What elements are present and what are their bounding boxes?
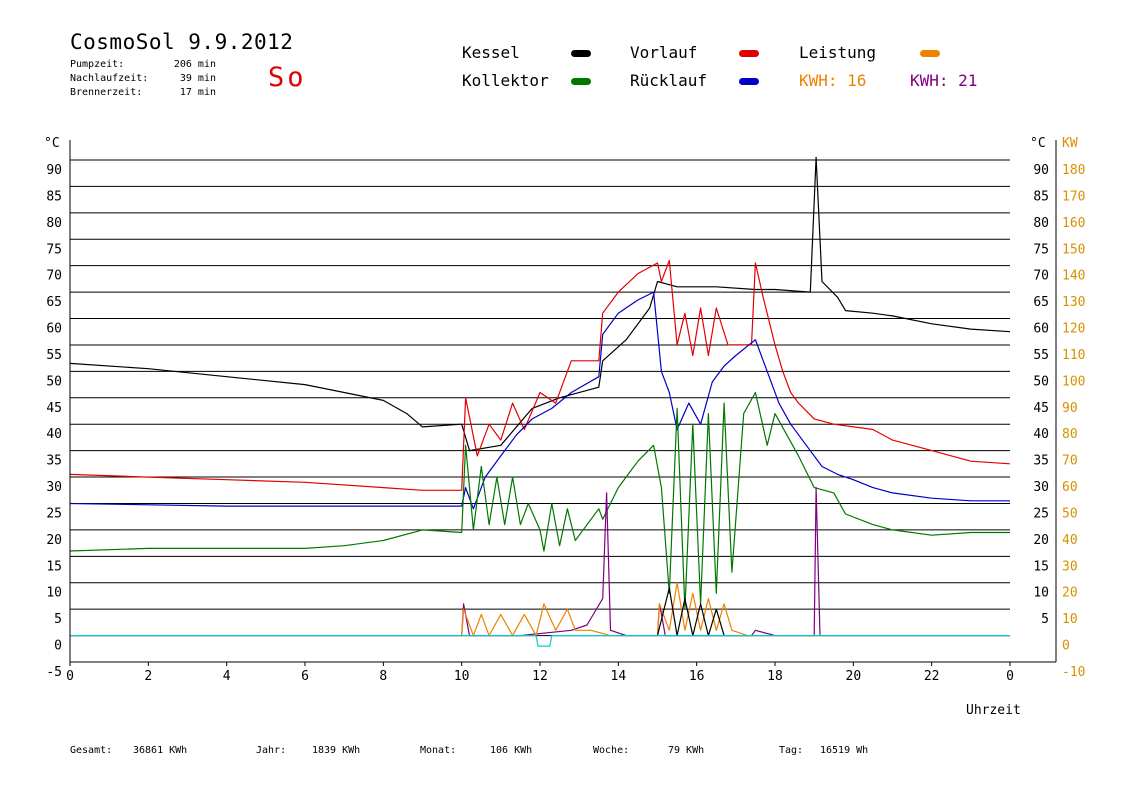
footer-gesamt-label: Gesamt:: [70, 745, 113, 756]
footer-monat-value: 106 KWh: [490, 745, 533, 756]
y-tick-label-right-c: 15: [1033, 559, 1049, 574]
y-tick-label-left: 70: [46, 269, 62, 284]
series-kessel-puls: [656, 587, 725, 637]
footer-woche-value: 79 KWh: [668, 745, 705, 756]
y-unit-left: °C: [44, 136, 60, 151]
y-tick-label-left: 50: [46, 374, 62, 389]
y-tick-label-right-kw: -10: [1062, 665, 1085, 680]
y-tick-label-right-c: 85: [1033, 189, 1049, 204]
y-tick-label-right-kw: 150: [1062, 242, 1085, 257]
y-tick-label-right-c: 70: [1033, 269, 1049, 284]
series-lines: [69, 156, 1011, 647]
y-tick-label-right-c: 30: [1033, 480, 1049, 495]
x-tick-label: 10: [454, 669, 470, 684]
y-tick-label-right-c: 55: [1033, 348, 1049, 363]
series-r-cklauf: [69, 291, 1010, 510]
temperature-chart: -505101520253035404550556065707580859051…: [44, 136, 1085, 718]
x-tick-label: 0: [1006, 669, 1014, 684]
x-tick-label: 14: [611, 669, 627, 684]
y-tick-label-right-kw: 50: [1062, 506, 1078, 521]
y-tick-label-left: 5: [54, 612, 62, 627]
x-tick-label: 12: [532, 669, 548, 684]
y-tick-label-left: 35: [46, 454, 62, 469]
y-tick-label-right-kw: 10: [1062, 612, 1078, 627]
series-kollektor: [69, 391, 1010, 610]
y-tick-label-right-kw: 0: [1062, 639, 1070, 654]
y-tick-label-right-kw: 110: [1062, 348, 1085, 363]
y-tick-label-right-kw: 40: [1062, 533, 1078, 548]
y-tick-label-right-c: 35: [1033, 454, 1049, 469]
x-tick-label: 2: [144, 669, 152, 684]
y-tick-label-right-kw: 180: [1062, 163, 1085, 178]
series-kessel: [69, 156, 1011, 452]
x-tick-label: 4: [223, 669, 231, 684]
y-tick-label-left: 10: [46, 586, 62, 601]
y-tick-label-right-c: 90: [1033, 163, 1049, 178]
y-tick-label-right-c: 50: [1033, 374, 1049, 389]
footer-gesamt-value: 36861 KWh: [133, 745, 188, 756]
x-tick-label: 16: [689, 669, 705, 684]
y-unit-right-kw: KW: [1062, 136, 1078, 151]
y-tick-label-right-kw: 170: [1062, 189, 1085, 204]
y-tick-label-right-c: 10: [1033, 586, 1049, 601]
series-basis: [70, 635, 1010, 647]
y-tick-label-left: 60: [46, 322, 62, 337]
y-tick-label-right-c: 5: [1041, 612, 1049, 627]
footer-monat-label: Monat:: [420, 745, 457, 756]
grid-lines: [70, 159, 1010, 637]
y-tick-label-right-kw: 70: [1062, 454, 1078, 469]
y-tick-label-right-kw: 160: [1062, 216, 1085, 231]
footer-jahr-value: 1839 KWh: [312, 745, 361, 756]
y-unit-right-c: °C: [1030, 136, 1046, 151]
y-tick-label-right-c: 65: [1033, 295, 1049, 310]
footer-tag-label: Tag:: [779, 745, 804, 756]
y-tick-label-right-kw: 120: [1062, 322, 1085, 337]
x-tick-label: 22: [924, 669, 940, 684]
y-tick-label-right-c: 20: [1033, 533, 1049, 548]
y-tick-label-left: 90: [46, 163, 62, 178]
y-tick-label-right-c: 60: [1033, 322, 1049, 337]
series-kwh: [70, 487, 1010, 637]
y-tick-label-right-c: 45: [1033, 401, 1049, 416]
y-tick-label-right-kw: 80: [1062, 427, 1078, 442]
y-tick-label-left: 65: [46, 295, 62, 310]
x-tick-label: 18: [767, 669, 783, 684]
y-tick-label-right-kw: 90: [1062, 401, 1078, 416]
y-tick-label-left: 25: [46, 506, 62, 521]
y-tick-label-left: 55: [46, 348, 62, 363]
y-tick-label-right-kw: 100: [1062, 374, 1085, 389]
y-tick-label-left: 45: [46, 401, 62, 416]
y-tick-label-right-kw: 130: [1062, 295, 1085, 310]
y-tick-label-right-kw: 140: [1062, 269, 1085, 284]
y-tick-label-left: 0: [54, 639, 62, 654]
y-tick-label-left: 20: [46, 533, 62, 548]
y-tick-label-left: 85: [46, 189, 62, 204]
y-tick-label-left: 15: [46, 559, 62, 574]
x-tick-label: 8: [379, 669, 387, 684]
y-tick-label-right-c: 25: [1033, 506, 1049, 521]
axes: -505101520253035404550556065707580859051…: [46, 140, 1085, 684]
footer-tag-value: 16519 Wh: [820, 745, 869, 756]
y-tick-label-left: 80: [46, 216, 62, 231]
footer-jahr-label: Jahr:: [256, 745, 287, 756]
x-tick-label: 6: [301, 669, 309, 684]
y-tick-label-left: 75: [46, 242, 62, 257]
y-tick-label-right-c: 80: [1033, 216, 1049, 231]
footer-woche-label: Woche:: [593, 745, 630, 756]
x-tick-label: 20: [846, 669, 862, 684]
y-tick-label-right-kw: 30: [1062, 559, 1078, 574]
y-tick-label-right-kw: 60: [1062, 480, 1078, 495]
y-tick-label-left: 30: [46, 480, 62, 495]
y-tick-label-right-c: 75: [1033, 242, 1049, 257]
y-tick-label-right-c: 40: [1033, 427, 1049, 442]
y-tick-label-left: 40: [46, 427, 62, 442]
x-axis-label: Uhrzeit: [966, 703, 1021, 718]
y-tick-label-left: -5: [46, 665, 62, 680]
x-tick-label: 0: [66, 669, 74, 684]
y-tick-label-right-kw: 20: [1062, 586, 1078, 601]
